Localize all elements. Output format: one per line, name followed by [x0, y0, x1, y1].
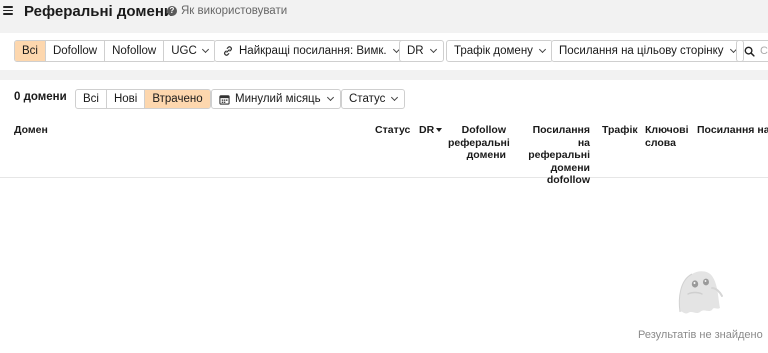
- dr-filter[interactable]: DR: [399, 40, 444, 62]
- page-header: Реферальні домени ? Як використовувати: [0, 0, 768, 24]
- help-link[interactable]: ? Як використовувати: [167, 5, 287, 17]
- column-traffic[interactable]: Трафік: [602, 124, 638, 137]
- help-label: Як використовувати: [181, 5, 288, 17]
- empty-state-message: Результатів не знайдено: [638, 329, 763, 341]
- column-dr-label: DR: [419, 124, 435, 136]
- best-links-label: Найкращі посилання: Вимк.: [239, 45, 387, 57]
- help-icon: ?: [167, 6, 177, 16]
- link-icon: [224, 46, 232, 56]
- tab-new[interactable]: Нові: [107, 90, 146, 108]
- best-links-filter[interactable]: Найкращі посилання: Вимк.: [214, 40, 407, 62]
- ghost-illustration-icon: [678, 271, 723, 314]
- results-panel: 0 домени Всі Нові Втрачено Минулий місяц…: [0, 80, 768, 353]
- column-links-to-ref-domains-dofollow[interactable]: Посилання на реферальні домени dofollow: [518, 124, 590, 187]
- domain-traffic-label: Трафік домену: [454, 45, 533, 57]
- filter-bar: Всі Dofollow Nofollow UGC Найкращі посил…: [0, 33, 768, 70]
- dr-filter-label: DR: [407, 45, 424, 57]
- link-type-all[interactable]: Всі: [15, 41, 46, 61]
- chevron-down-icon: [391, 93, 399, 102]
- search-placeholder: С: [760, 45, 768, 57]
- sort-desc-icon: [436, 128, 443, 132]
- search-input[interactable]: С: [736, 40, 768, 62]
- results-toolbar: 0 домени Всі Нові Втрачено Минулий місяц…: [0, 80, 768, 116]
- tab-lost[interactable]: Втрачено: [145, 90, 210, 108]
- link-type-dofollow[interactable]: Dofollow: [46, 41, 106, 61]
- target-links-filter[interactable]: Посилання на цільову сторінку: [551, 40, 744, 62]
- target-links-label: Посилання на цільову сторінку: [559, 45, 724, 57]
- column-dr[interactable]: DR: [419, 124, 443, 137]
- link-type-filter: Всі Dofollow Nofollow UGC: [14, 40, 216, 62]
- link-type-ugc-label: UGC: [171, 45, 197, 57]
- status-select-label: Статус: [349, 93, 386, 105]
- tab-all[interactable]: Всі: [76, 90, 107, 108]
- column-status[interactable]: Статус: [375, 124, 410, 137]
- period-label: Минулий місяць: [235, 93, 321, 105]
- status-tabs: Всі Нові Втрачено: [75, 89, 211, 109]
- column-keywords[interactable]: Ключові слова: [645, 124, 689, 149]
- calendar-icon: [219, 94, 230, 105]
- chevron-down-icon: [326, 93, 334, 102]
- domain-traffic-filter[interactable]: Трафік домену: [446, 40, 553, 62]
- results-count: 0 домени: [14, 91, 67, 103]
- link-type-nofollow[interactable]: Nofollow: [105, 41, 165, 61]
- column-links-to-target[interactable]: Посилання на ц: [697, 124, 768, 137]
- status-select[interactable]: Статус: [341, 89, 406, 109]
- chevron-down-icon: [429, 45, 437, 54]
- period-select[interactable]: Минулий місяць: [211, 89, 341, 109]
- column-dofollow-ref-domains[interactable]: Dofollow реферальні домени: [448, 124, 510, 162]
- search-icon: [744, 46, 755, 57]
- menu-icon[interactable]: [3, 6, 13, 15]
- table-header: Домен Статус DR Dofollow реферальні доме…: [0, 116, 768, 186]
- page-title: Реферальні домени: [24, 3, 174, 20]
- link-type-ugc[interactable]: UGC: [164, 41, 215, 61]
- chevron-down-icon: [201, 45, 209, 54]
- chevron-down-icon: [538, 45, 546, 54]
- column-domain[interactable]: Домен: [14, 124, 48, 137]
